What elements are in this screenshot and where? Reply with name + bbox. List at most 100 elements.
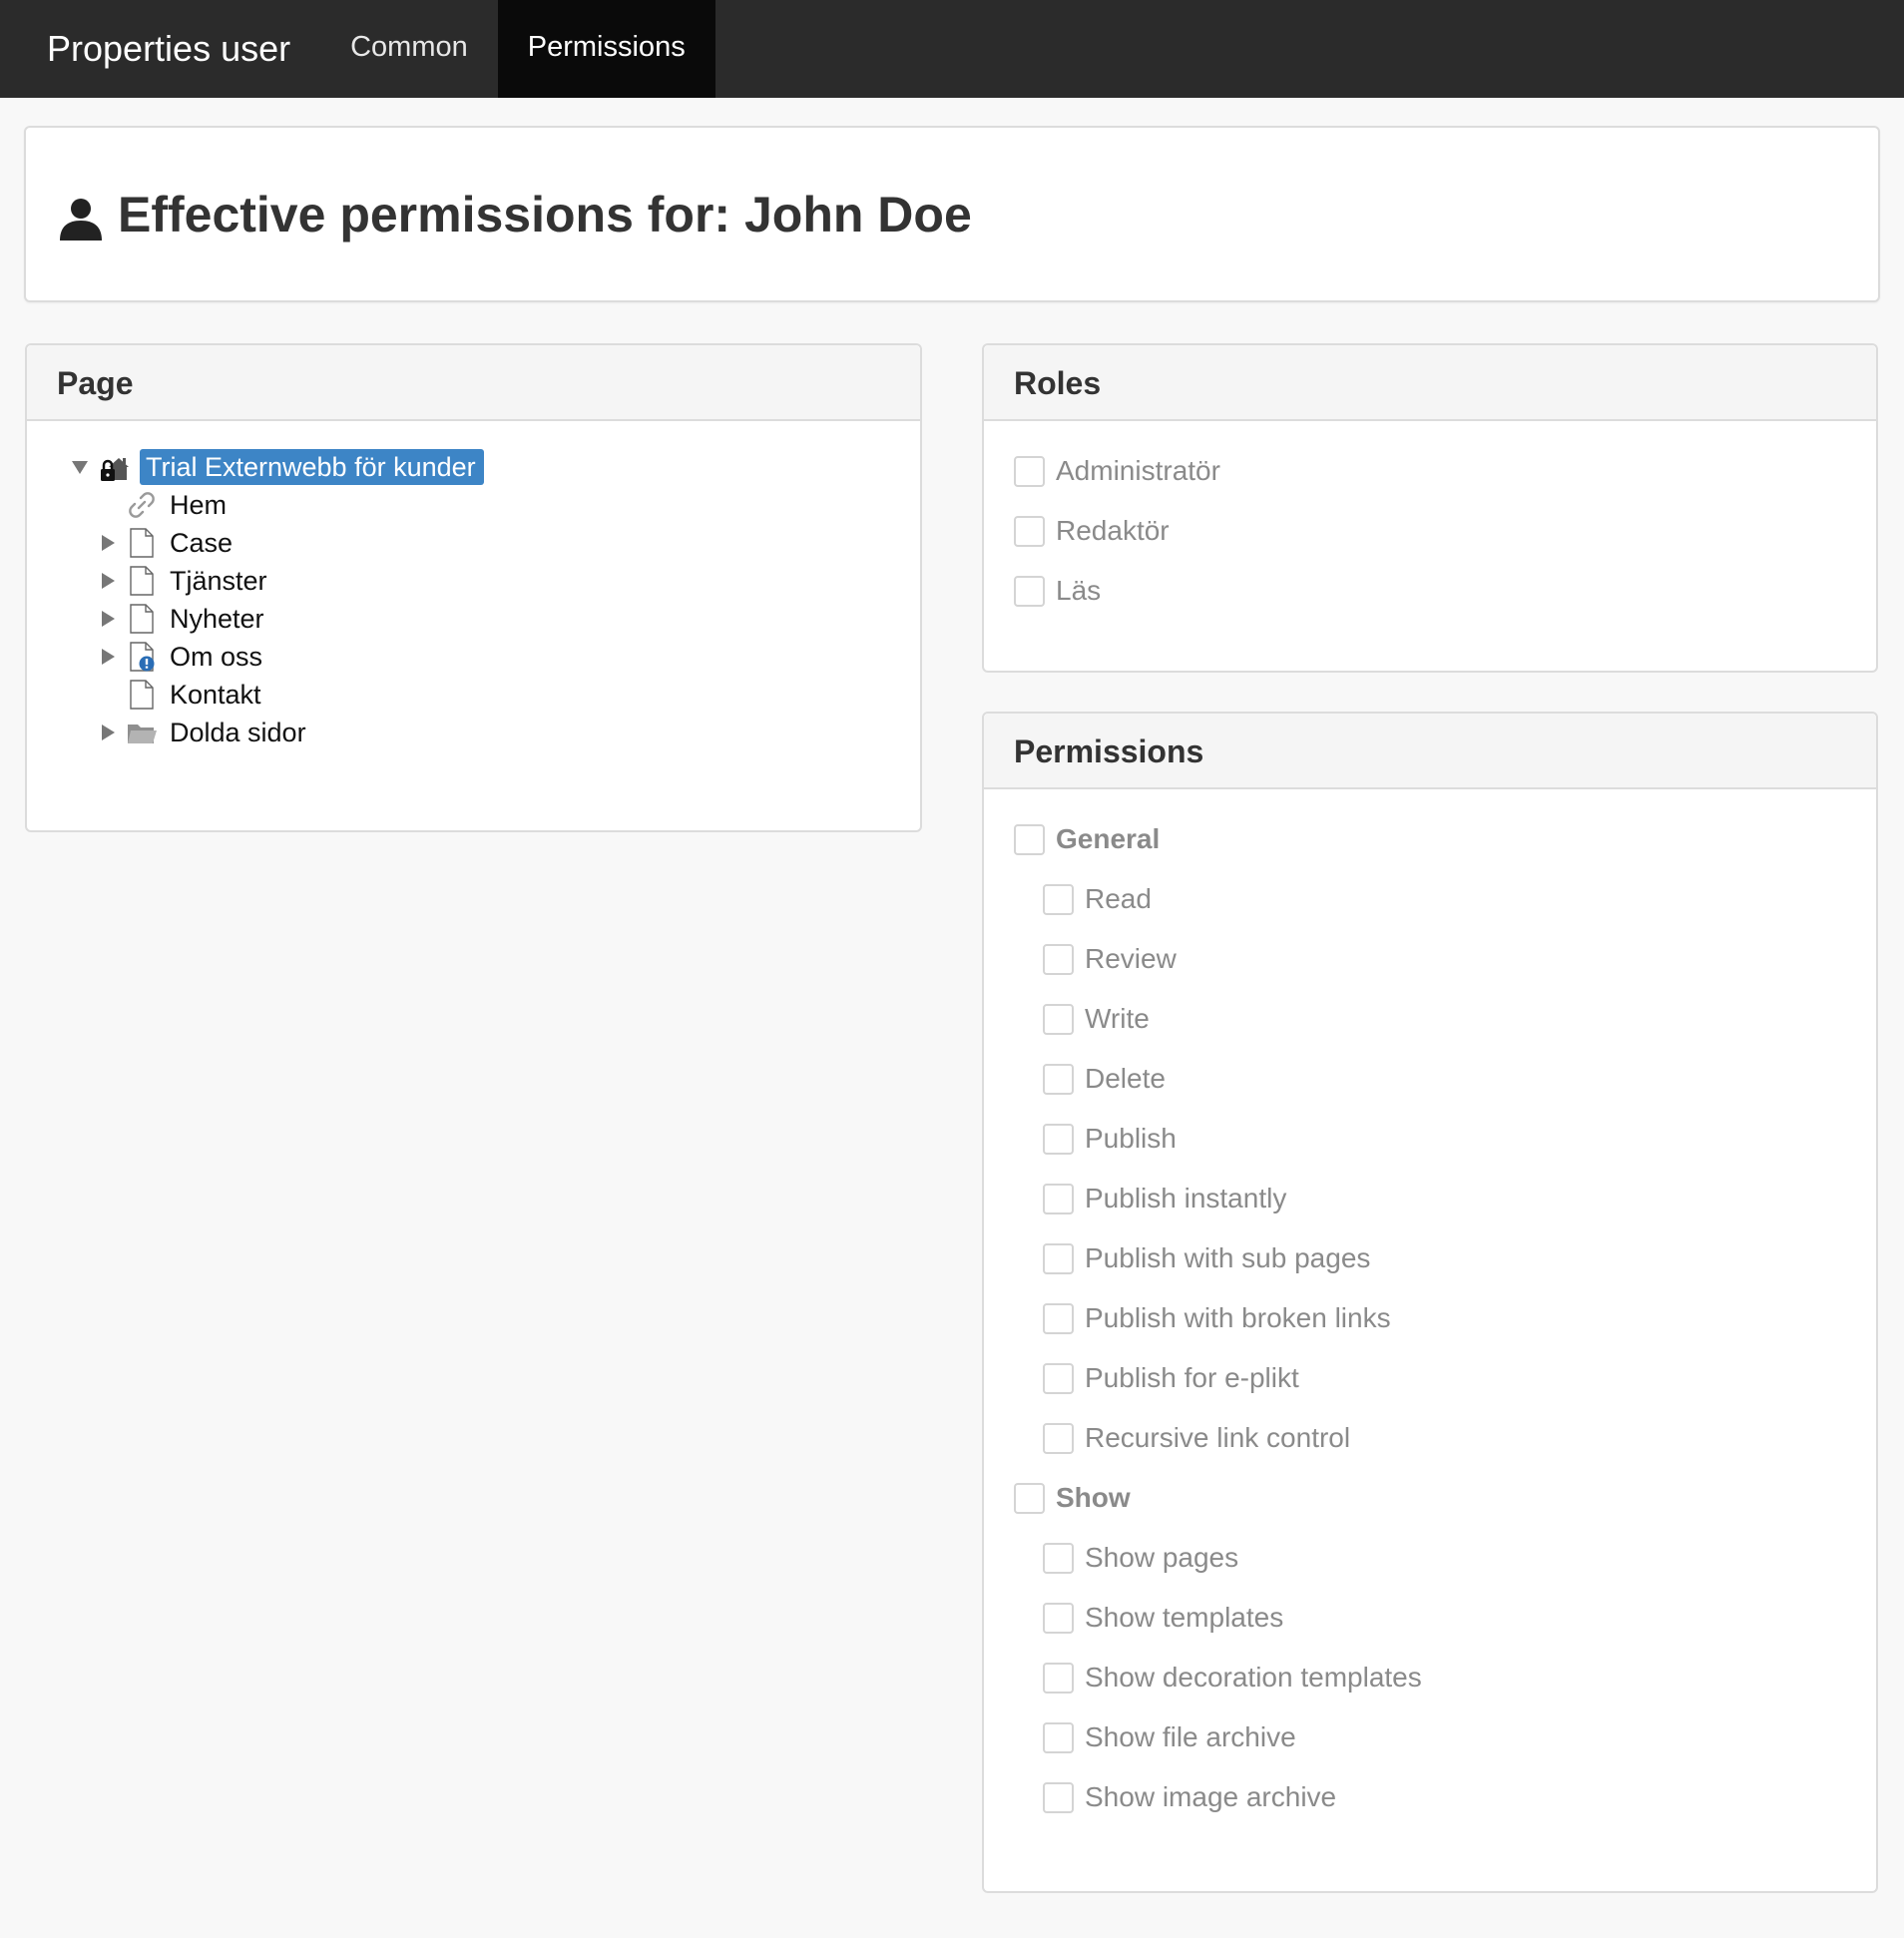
permission-row[interactable]: Show image archive xyxy=(1043,1779,1336,1815)
permission-row[interactable]: Show xyxy=(1014,1480,1131,1516)
permission-checkbox[interactable] xyxy=(1014,1482,1045,1514)
role-row[interactable]: Redaktör xyxy=(1014,513,1170,549)
user-name: John Doe xyxy=(743,186,972,242)
tree-node[interactable]: Hem xyxy=(27,486,885,524)
expand-arrow-icon[interactable] xyxy=(99,609,117,629)
tree-node-label[interactable]: Kontakt xyxy=(170,677,261,713)
link-icon xyxy=(126,489,158,521)
permission-checkbox[interactable] xyxy=(1043,1721,1074,1753)
permission-label: Review xyxy=(1085,943,1177,974)
title-prefix: Effective permissions for: xyxy=(118,186,744,242)
page-header: Effective permissions for: John Doe xyxy=(24,126,1880,302)
tree-node-label[interactable]: Trial Externwebb för kunder xyxy=(140,449,484,485)
role-checkbox[interactable] xyxy=(1014,575,1045,607)
role-label: Redaktör xyxy=(1056,515,1170,546)
top-nav-bar: Properties user Common Permissions xyxy=(0,0,1904,98)
permission-checkbox[interactable] xyxy=(1043,1662,1074,1694)
permission-label: Publish with broken links xyxy=(1085,1302,1391,1333)
permission-checkbox[interactable] xyxy=(1043,1602,1074,1634)
user-icon xyxy=(60,198,102,241)
permission-label: Recursive link control xyxy=(1085,1422,1351,1453)
tree-node[interactable]: Dolda sidor xyxy=(27,714,885,751)
permission-row[interactable]: Show pages xyxy=(1043,1540,1238,1576)
roles-panel-heading: Roles xyxy=(984,345,1876,421)
tab-common[interactable]: Common xyxy=(320,0,498,98)
role-checkbox[interactable] xyxy=(1014,455,1045,487)
permission-row[interactable]: Show file archive xyxy=(1043,1719,1296,1755)
role-row[interactable]: Läs xyxy=(1014,573,1101,609)
expand-arrow-icon[interactable] xyxy=(99,723,117,742)
permissions-panel: Permissions General Read Review Write Delete… xyxy=(982,712,1878,1893)
permission-row[interactable]: Write xyxy=(1043,1001,1150,1037)
tree-node[interactable]: Kontakt xyxy=(27,676,885,714)
tree-node-label[interactable]: Nyheter xyxy=(170,601,264,637)
collapse-arrow-icon[interactable] xyxy=(71,457,89,477)
permission-label: Publish with sub pages xyxy=(1085,1242,1371,1273)
tab-permissions[interactable]: Permissions xyxy=(497,0,715,98)
tree-node-label[interactable]: Hem xyxy=(170,487,227,523)
permission-row[interactable]: Recursive link control xyxy=(1043,1420,1350,1456)
page-icon xyxy=(126,603,158,635)
expand-arrow-icon[interactable] xyxy=(99,571,117,591)
role-row[interactable]: Administratör xyxy=(1014,453,1220,489)
permission-label: Show templates xyxy=(1085,1602,1284,1633)
permission-checkbox[interactable] xyxy=(1014,823,1045,855)
tree-node[interactable]: Trial Externwebb för kunder xyxy=(27,448,885,486)
permission-label: General xyxy=(1056,823,1161,854)
roles-panel: Roles Administratör Redaktör Läs xyxy=(982,343,1878,673)
tree-node-label[interactable]: Om oss xyxy=(170,639,262,675)
permission-checkbox[interactable] xyxy=(1043,1123,1074,1155)
tree-node-label[interactable]: Dolda sidor xyxy=(170,715,306,750)
tree-node-label[interactable]: Case xyxy=(170,525,233,561)
tree-node[interactable]: Case xyxy=(27,524,885,562)
permission-checkbox[interactable] xyxy=(1043,1063,1074,1095)
permission-row[interactable]: Delete xyxy=(1043,1061,1166,1097)
expand-arrow-icon[interactable] xyxy=(99,533,117,553)
page-panel: Page Trial Externwebb för kunder Hem Case T… xyxy=(25,343,922,832)
page-info-icon xyxy=(126,641,158,673)
permission-label: Publish for e-plikt xyxy=(1085,1362,1299,1393)
tree-node[interactable]: Om oss xyxy=(27,638,885,676)
role-label: Läs xyxy=(1056,575,1102,606)
permission-checkbox[interactable] xyxy=(1043,1362,1074,1394)
permission-checkbox[interactable] xyxy=(1043,1003,1074,1035)
permission-row[interactable]: Publish with broken links xyxy=(1043,1300,1391,1336)
permission-checkbox[interactable] xyxy=(1043,883,1074,915)
page-panel-heading: Page xyxy=(27,345,920,421)
permission-row[interactable]: General xyxy=(1014,821,1160,857)
page-icon xyxy=(126,679,158,711)
permissions-panel-heading: Permissions xyxy=(984,714,1876,789)
permission-row[interactable]: Show templates xyxy=(1043,1600,1283,1636)
permission-checkbox[interactable] xyxy=(1043,943,1074,975)
permission-label: Publish instantly xyxy=(1085,1183,1287,1213)
permission-checkbox[interactable] xyxy=(1043,1302,1074,1334)
page-icon xyxy=(126,527,158,559)
permission-row[interactable]: Publish for e-plikt xyxy=(1043,1360,1299,1396)
permission-row[interactable]: Read xyxy=(1043,881,1152,917)
role-label: Administratör xyxy=(1056,455,1220,486)
permission-row[interactable]: Review xyxy=(1043,941,1177,977)
permission-checkbox[interactable] xyxy=(1043,1422,1074,1454)
permission-row[interactable]: Publish xyxy=(1043,1121,1177,1157)
permission-label: Show decoration templates xyxy=(1085,1662,1422,1693)
tree-node[interactable]: Nyheter xyxy=(27,600,885,638)
permission-row[interactable]: Publish with sub pages xyxy=(1043,1240,1370,1276)
permission-row[interactable]: Show decoration templates xyxy=(1043,1660,1422,1696)
tree-node[interactable]: Tjänster xyxy=(27,562,885,600)
role-checkbox[interactable] xyxy=(1014,515,1045,547)
permission-label: Show image archive xyxy=(1085,1781,1337,1812)
tree-node-label[interactable]: Tjänster xyxy=(170,563,267,599)
permission-label: Show pages xyxy=(1085,1542,1239,1573)
page-icon xyxy=(126,565,158,597)
page-title: Effective permissions for: John Doe xyxy=(58,186,972,243)
folder-icon xyxy=(126,717,158,748)
expand-arrow-icon[interactable] xyxy=(99,647,117,667)
permission-label: Show xyxy=(1056,1482,1131,1513)
locked-home-icon xyxy=(99,451,131,483)
permission-row[interactable]: Publish instantly xyxy=(1043,1181,1286,1216)
permission-checkbox[interactable] xyxy=(1043,1183,1074,1214)
permission-label: Show file archive xyxy=(1085,1721,1296,1752)
permission-checkbox[interactable] xyxy=(1043,1781,1074,1813)
permission-checkbox[interactable] xyxy=(1043,1242,1074,1274)
permission-checkbox[interactable] xyxy=(1043,1542,1074,1574)
